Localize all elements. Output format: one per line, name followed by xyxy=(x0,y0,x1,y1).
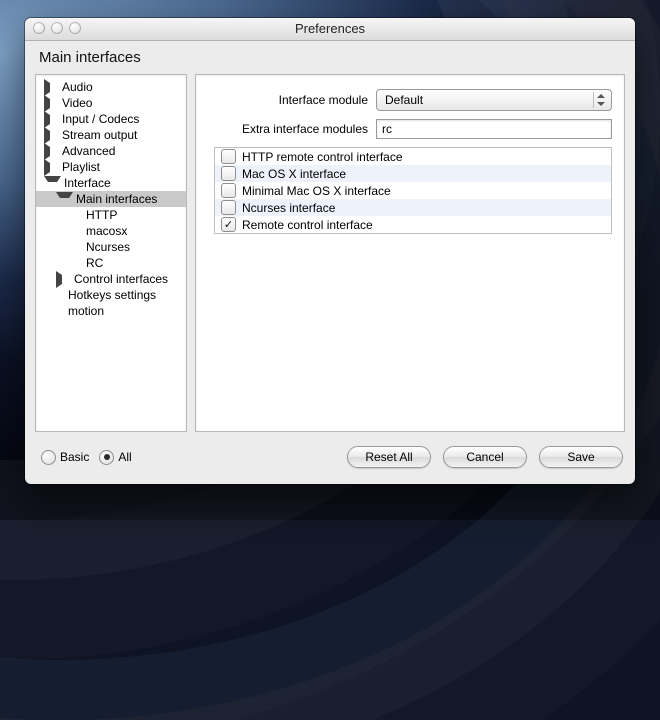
tree-item-label: Video xyxy=(62,96,92,110)
interface-module-select[interactable]: Default xyxy=(376,89,612,111)
select-stepper-icon xyxy=(593,92,608,108)
tree-item-label: Main interfaces xyxy=(76,192,157,206)
interface-module-row: Interface module Default xyxy=(208,89,612,111)
interface-module-value: Default xyxy=(385,90,423,110)
tree-item-label: Advanced xyxy=(62,144,115,158)
disclosure-right-icon[interactable] xyxy=(44,79,59,96)
checklist-row[interactable]: Minimal Mac OS X interface xyxy=(215,182,611,199)
checklist-row[interactable]: Mac OS X interface xyxy=(215,165,611,182)
checklist-row[interactable]: ✓ Remote control interface xyxy=(215,216,611,233)
window-titlebar[interactable]: Preferences xyxy=(25,18,635,41)
disclosure-right-icon[interactable] xyxy=(44,143,59,160)
disclosure-right-icon[interactable] xyxy=(44,95,59,112)
minimize-button[interactable] xyxy=(51,22,63,34)
tree-item-label: Input / Codecs xyxy=(62,112,139,126)
disclosure-right-icon[interactable] xyxy=(44,111,59,128)
tree-item[interactable]: macosx xyxy=(36,223,186,239)
disclosure-right-icon[interactable] xyxy=(44,159,59,176)
tree-item[interactable]: Interface xyxy=(36,175,186,191)
close-button[interactable] xyxy=(33,22,45,34)
tree-item[interactable]: Input / Codecs xyxy=(36,111,186,127)
cancel-button[interactable]: Cancel xyxy=(443,446,527,468)
tree-item[interactable]: Advanced xyxy=(36,143,186,159)
checkbox[interactable] xyxy=(221,183,236,198)
checklist-label: HTTP remote control interface xyxy=(242,150,403,164)
tree-item-label: HTTP xyxy=(86,208,117,222)
checkbox[interactable] xyxy=(221,166,236,181)
footer: Basic All Reset All Cancel Save xyxy=(35,440,625,474)
tree-item[interactable]: Control interfaces xyxy=(36,271,186,287)
disclosure-right-icon[interactable] xyxy=(56,271,71,288)
checklist-row[interactable]: HTTP remote control interface xyxy=(215,148,611,165)
tree-item[interactable]: RC xyxy=(36,255,186,271)
content-area: Audio Video Input / Codecs Stream output Adv… xyxy=(35,74,625,432)
save-button[interactable]: Save xyxy=(539,446,623,468)
tree-item[interactable]: Hotkeys settings xyxy=(36,287,186,303)
checklist-row[interactable]: Ncurses interface xyxy=(215,199,611,216)
window-title: Preferences xyxy=(295,21,365,36)
tree-item-label: Control interfaces xyxy=(74,272,168,286)
checkbox[interactable]: ✓ xyxy=(221,217,236,232)
checkbox[interactable] xyxy=(221,200,236,215)
tree-item[interactable]: HTTP xyxy=(36,207,186,223)
all-mode-label: All xyxy=(118,450,131,464)
interface-module-label: Interface module xyxy=(208,93,376,107)
tree-item-label: Hotkeys settings xyxy=(68,288,156,302)
basic-mode-radio[interactable]: Basic xyxy=(41,450,89,465)
tree-item[interactable]: Stream output xyxy=(36,127,186,143)
view-mode-group: Basic All xyxy=(35,450,132,465)
tree-item-label: Ncurses xyxy=(86,240,130,254)
extra-modules-row: Extra interface modules xyxy=(208,119,612,139)
window-traffic-lights xyxy=(33,22,81,34)
category-tree[interactable]: Audio Video Input / Codecs Stream output Adv… xyxy=(35,74,187,432)
interface-checklist: HTTP remote control interface Mac OS X in… xyxy=(214,147,612,234)
tree-item-label: Stream output xyxy=(62,128,137,142)
tree-item-label: Audio xyxy=(62,80,93,94)
checklist-label: Remote control interface xyxy=(242,218,373,232)
tree-item[interactable]: Main interfaces xyxy=(36,191,186,207)
zoom-button[interactable] xyxy=(69,22,81,34)
checkbox[interactable] xyxy=(221,149,236,164)
tree-item-label: Playlist xyxy=(62,160,100,174)
reset-all-button[interactable]: Reset All xyxy=(347,446,431,468)
settings-panel: Interface module Default Extra interface… xyxy=(195,74,625,432)
checklist-label: Ncurses interface xyxy=(242,201,335,215)
disclosure-down-icon[interactable] xyxy=(44,176,61,191)
basic-mode-label: Basic xyxy=(60,450,89,464)
tree-item[interactable]: motion xyxy=(36,303,186,319)
disclosure-down-icon[interactable] xyxy=(56,192,73,207)
tree-item[interactable]: Ncurses xyxy=(36,239,186,255)
tree-item-label: RC xyxy=(86,256,103,270)
tree-item[interactable]: Playlist xyxy=(36,159,186,175)
extra-modules-input[interactable] xyxy=(376,119,612,139)
tree-item-label: Interface xyxy=(64,176,111,190)
checklist-label: Mac OS X interface xyxy=(242,167,346,181)
tree-item[interactable]: Video xyxy=(36,95,186,111)
tree-item-label: motion xyxy=(68,304,104,318)
preferences-window: Preferences Main interfaces Audio Video In… xyxy=(25,18,635,484)
action-buttons: Reset All Cancel Save xyxy=(347,446,625,468)
section-title: Main interfaces xyxy=(25,41,635,72)
tree-item[interactable]: Audio xyxy=(36,79,186,95)
disclosure-right-icon[interactable] xyxy=(44,127,59,144)
checklist-label: Minimal Mac OS X interface xyxy=(242,184,391,198)
all-mode-radio[interactable]: All xyxy=(99,450,131,465)
extra-modules-label: Extra interface modules xyxy=(208,122,376,136)
tree-item-label: macosx xyxy=(86,224,127,238)
